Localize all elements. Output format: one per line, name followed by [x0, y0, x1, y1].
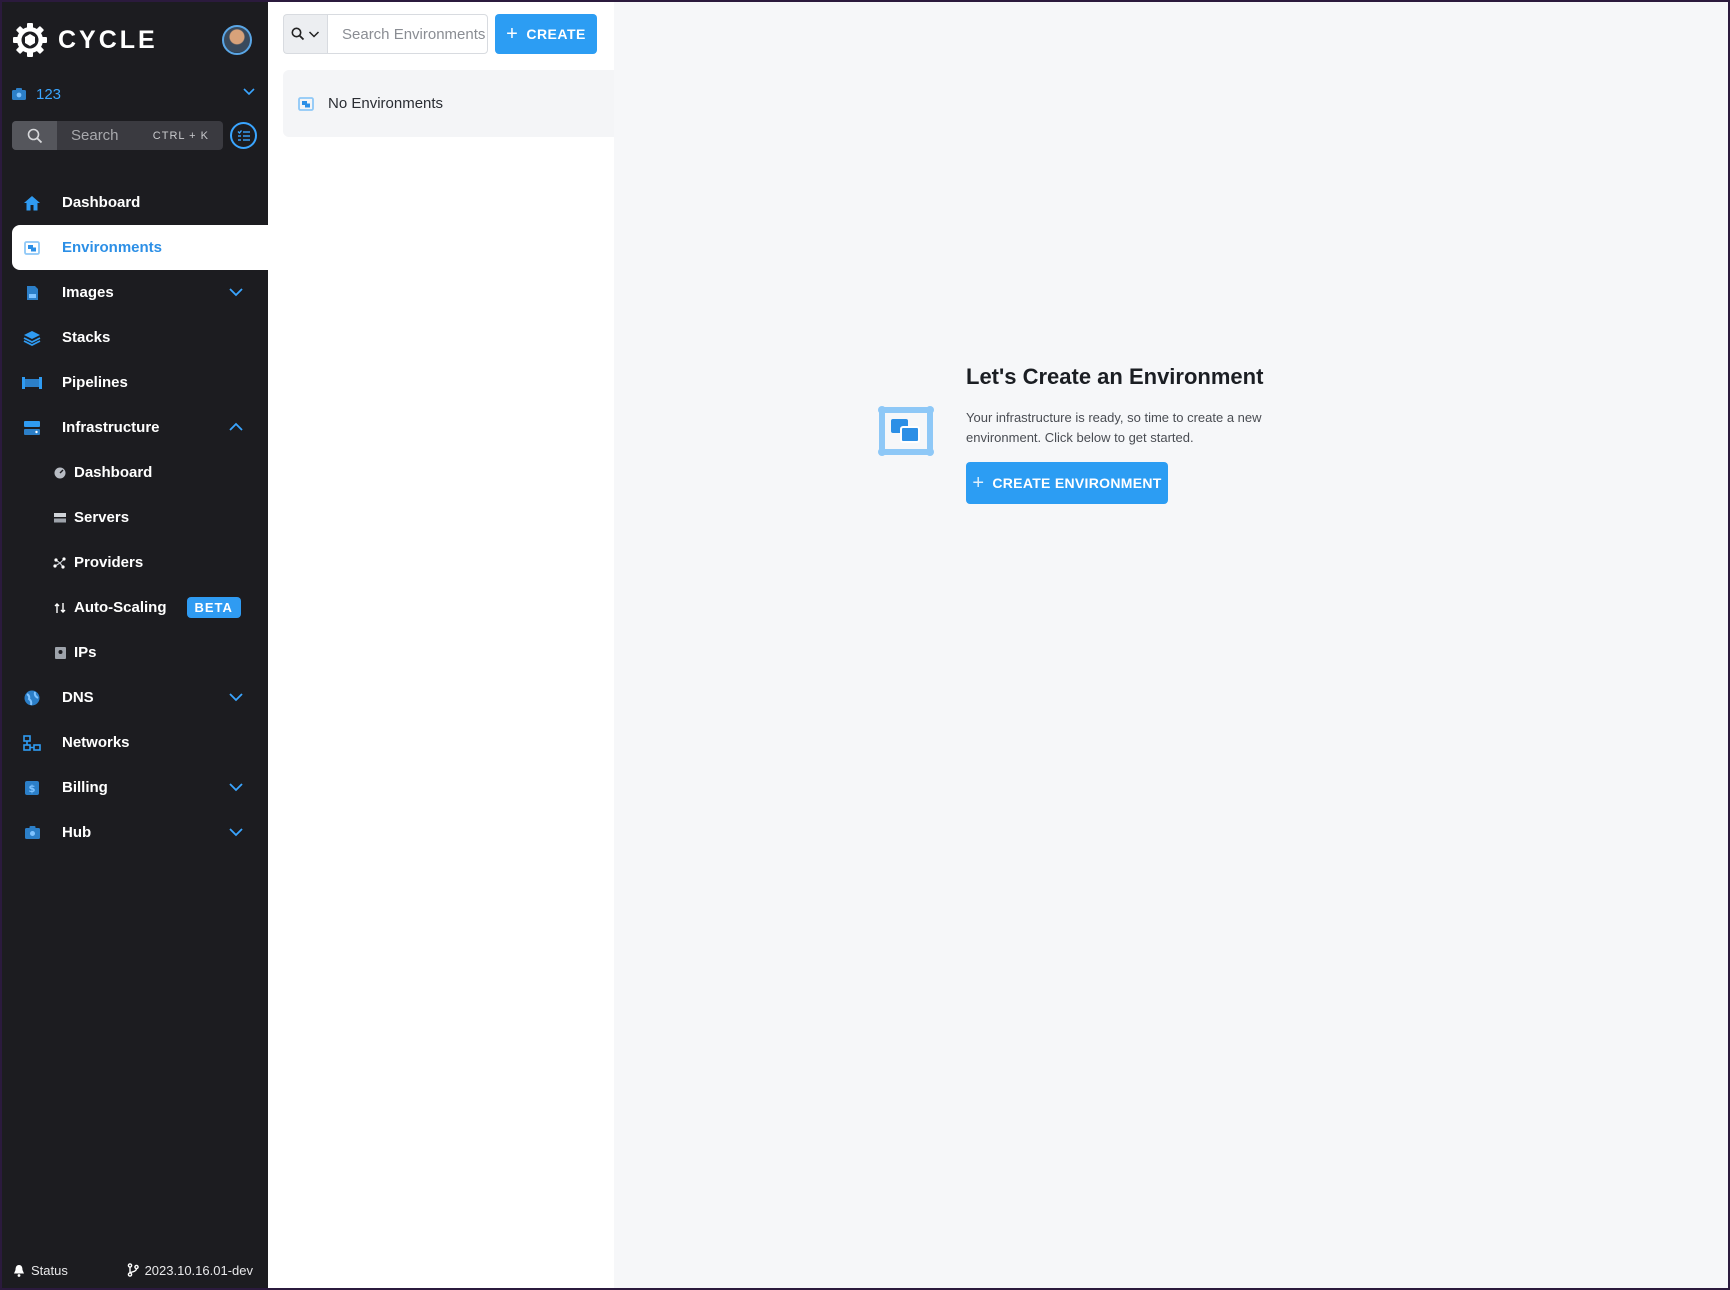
- bell-icon: [14, 1264, 24, 1277]
- search-icon: [12, 121, 57, 150]
- cycle-gear-logo-icon[interactable]: [12, 22, 48, 58]
- version-info: 2023.10.16.01-dev: [127, 1263, 253, 1278]
- search-filter-button[interactable]: [283, 14, 327, 54]
- sidebar-item-label: Images: [62, 284, 114, 301]
- image-file-icon: [22, 285, 42, 301]
- status-link[interactable]: Status: [13, 1263, 68, 1278]
- main-content: Let's Create an Environment Your infrast…: [614, 0, 1730, 1290]
- sidebar-item-networks[interactable]: Networks: [12, 720, 268, 765]
- global-search-input[interactable]: Search CTRL + K: [12, 121, 223, 150]
- empty-state-description: Your infrastructure is ready, so time to…: [966, 410, 1262, 445]
- layers-icon: [22, 330, 42, 346]
- search-placeholder: Search: [71, 127, 119, 144]
- checklist-button[interactable]: [230, 122, 257, 149]
- sidebar-item-label: Infrastructure: [62, 419, 160, 436]
- sidebar-subitem-infra-dashboard[interactable]: Dashboard: [12, 450, 268, 495]
- version-label: 2023.10.16.01-dev: [144, 1262, 253, 1278]
- sidebar-item-label: Dashboard: [62, 194, 141, 211]
- sidebar-item-pipelines[interactable]: Pipelines: [12, 360, 268, 405]
- chevron-down-icon: [228, 779, 244, 799]
- sidebar-item-label: IPs: [74, 644, 97, 661]
- environment-list-panel: + CREATE No Environments: [268, 0, 614, 1290]
- environment-icon: [22, 240, 42, 255]
- chevron-down-icon: [228, 824, 244, 844]
- hub-icon: [22, 826, 42, 839]
- hub-name: 123: [36, 85, 62, 103]
- sidebar-item-label: Dashboard: [74, 464, 153, 481]
- sidebar-item-billing[interactable]: $ Billing: [12, 765, 268, 810]
- server-rack-icon: [22, 420, 42, 436]
- sidebar-subitem-auto-scaling[interactable]: Auto-Scaling BETA: [12, 585, 268, 630]
- environment-icon: [298, 96, 314, 111]
- pipeline-icon: [22, 376, 42, 389]
- plus-icon: +: [506, 22, 519, 45]
- sidebar-item-environments[interactable]: Environments: [12, 225, 268, 270]
- chevron-down-icon: [228, 284, 244, 304]
- sidebar-item-label: Billing: [62, 779, 108, 796]
- sidebar-item-infrastructure[interactable]: Infrastructure: [12, 405, 268, 450]
- sidebar: CYCLE 123 Search CTRL + K Dashboard Envi…: [0, 0, 268, 1290]
- create-button[interactable]: + CREATE: [495, 14, 597, 54]
- sidebar-footer: Status 2023.10.16.01-dev: [0, 1250, 268, 1290]
- checklist-icon: [237, 129, 250, 141]
- sidebar-item-label: Auto-Scaling: [74, 599, 167, 616]
- chevron-down-icon: [242, 84, 256, 102]
- brand-name: CYCLE: [58, 25, 158, 54]
- sidebar-subitem-ips[interactable]: IPs: [12, 630, 268, 675]
- sidebar-item-label: Providers: [74, 554, 144, 571]
- empty-list-text: No Environments: [328, 95, 444, 112]
- sidebar-item-label: Environments: [62, 239, 163, 256]
- network-nodes-icon: [22, 734, 42, 751]
- sidebar-item-dashboard[interactable]: Dashboard: [12, 180, 268, 225]
- gauge-icon: [53, 467, 67, 479]
- hub-selector[interactable]: 123: [12, 82, 258, 106]
- dollar-icon: $: [22, 780, 42, 795]
- search-environments-input[interactable]: [327, 14, 488, 54]
- globe-icon: [22, 690, 42, 706]
- create-environment-label: CREATE ENVIRONMENT: [992, 475, 1162, 491]
- svg-text:$: $: [29, 784, 36, 795]
- sidebar-item-label: Servers: [74, 509, 130, 526]
- sidebar-nav: Dashboard Environments Images Stacks Pip…: [12, 180, 268, 855]
- list-toolbar: + CREATE: [283, 14, 597, 54]
- server-icon: [53, 512, 67, 523]
- providers-network-icon: [53, 556, 67, 569]
- chevron-down-icon: [228, 689, 244, 709]
- sidebar-item-stacks[interactable]: Stacks: [12, 315, 268, 360]
- sidebar-item-label: Networks: [62, 734, 130, 751]
- ip-address-icon: [53, 646, 67, 659]
- logo-row: CYCLE: [12, 22, 260, 58]
- sidebar-item-images[interactable]: Images: [12, 270, 268, 315]
- chevron-down-icon: [308, 31, 320, 38]
- sidebar-item-label: Pipelines: [62, 374, 128, 391]
- search-shortcut: CTRL + K: [152, 129, 209, 142]
- avatar[interactable]: [222, 25, 252, 55]
- sidebar-item-label: Hub: [62, 824, 92, 841]
- empty-list-item: No Environments: [283, 70, 614, 137]
- sidebar-item-label: Stacks: [62, 329, 111, 346]
- git-branch-icon: [127, 1263, 139, 1277]
- plus-icon: +: [972, 471, 985, 494]
- sidebar-subitem-providers[interactable]: Providers: [12, 540, 268, 585]
- empty-state: Let's Create an Environment Your infrast…: [878, 364, 1386, 504]
- beta-badge: BETA: [186, 597, 241, 618]
- sidebar-subitem-servers[interactable]: Servers: [12, 495, 268, 540]
- search-icon: [291, 27, 305, 41]
- status-label: Status: [31, 1262, 68, 1278]
- empty-state-title: Let's Create an Environment: [966, 364, 1264, 389]
- sidebar-item-hub[interactable]: Hub: [12, 810, 268, 855]
- sidebar-item-label: DNS: [62, 689, 94, 706]
- chevron-up-icon: [228, 419, 244, 439]
- global-search-row: Search CTRL + K: [12, 121, 258, 150]
- environment-illustration-icon: [878, 406, 934, 456]
- sidebar-item-dns[interactable]: DNS: [12, 675, 268, 720]
- hub-icon: [12, 88, 26, 100]
- home-icon: [22, 195, 42, 211]
- create-environment-button[interactable]: + CREATE ENVIRONMENT: [966, 462, 1168, 504]
- create-button-label: CREATE: [526, 26, 586, 42]
- scaling-arrows-icon: [53, 602, 67, 614]
